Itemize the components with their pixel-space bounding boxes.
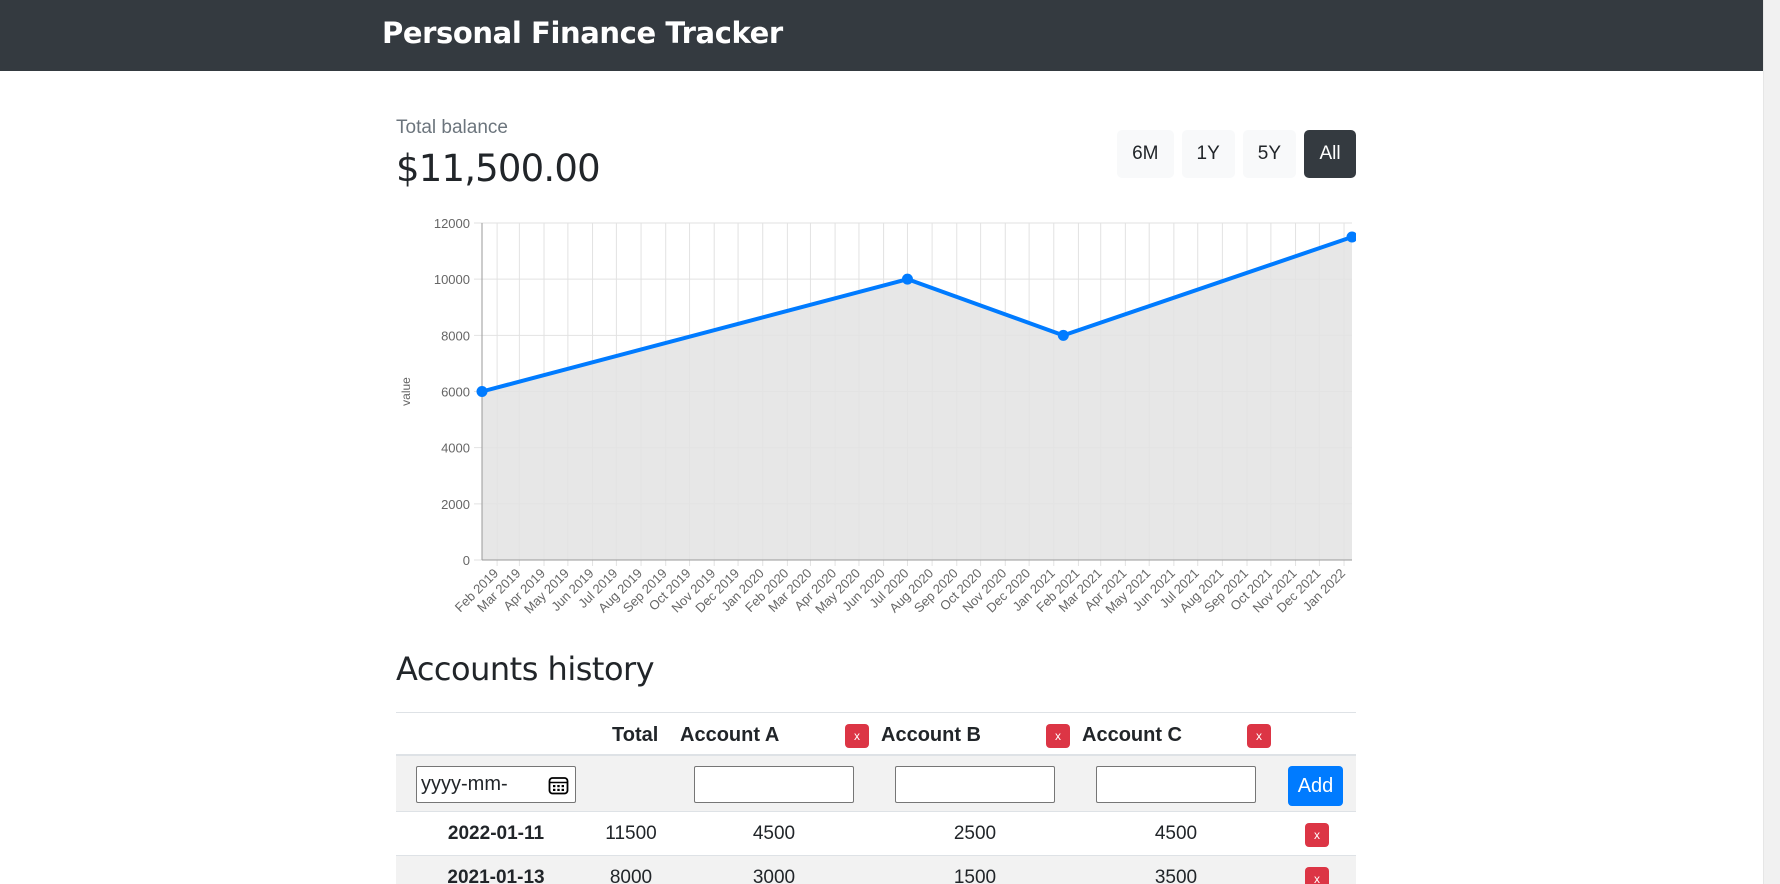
remove-account-c-button[interactable]: x xyxy=(1247,724,1271,748)
balance-label: Total balance xyxy=(396,117,508,138)
range-all-button[interactable]: All xyxy=(1304,130,1356,178)
total-header: Total xyxy=(612,724,659,746)
table-row: 2022-01-11 11500 4500 2500 4500 x xyxy=(396,812,1356,856)
navbar: Personal Finance Tracker xyxy=(0,0,1780,71)
row-date: 2021-01-13 xyxy=(447,867,545,884)
account-a-header: Account A xyxy=(680,724,780,746)
y-tick-label: 10000 xyxy=(434,272,470,287)
remove-account-a-button[interactable]: x xyxy=(845,724,869,748)
range-1y-button[interactable]: 1Y xyxy=(1181,130,1235,178)
row-account-c: 3500 xyxy=(1154,867,1198,884)
page-scrollbar[interactable] xyxy=(1763,0,1780,884)
account-c-input[interactable] xyxy=(1096,766,1256,803)
range-5y-button[interactable]: 5Y xyxy=(1242,130,1296,178)
balance-value: $11,500.00 xyxy=(396,147,601,190)
accounts-history-title: Accounts history xyxy=(396,650,655,688)
new-entry-row: yyyy-mm- Add xyxy=(396,756,1356,812)
y-axis-label: value xyxy=(399,377,413,406)
balance-chart: 020004000600080001000012000Feb 2019Mar 2… xyxy=(399,216,1356,616)
calendar-icon[interactable] xyxy=(548,775,569,795)
account-b-input[interactable] xyxy=(895,766,1055,803)
row-date: 2022-01-11 xyxy=(447,823,545,844)
y-tick-label: 4000 xyxy=(441,441,470,456)
delete-row-button[interactable]: x xyxy=(1305,867,1329,884)
date-placeholder: yyyy-mm- xyxy=(421,773,508,795)
account-c-header: Account C xyxy=(1082,724,1182,746)
y-tick-label: 6000 xyxy=(441,385,470,400)
row-account-b: 2500 xyxy=(953,823,997,844)
row-account-c: 4500 xyxy=(1154,823,1198,844)
y-tick-label: 0 xyxy=(463,553,470,568)
range-6m-button[interactable]: 6M xyxy=(1117,130,1174,178)
delete-row-button[interactable]: x xyxy=(1305,823,1329,847)
y-tick-label: 8000 xyxy=(441,328,470,343)
row-total: 8000 xyxy=(609,867,653,884)
range-selector: 6M 1Y 5Y All xyxy=(1117,130,1356,178)
account-b-header: Account B xyxy=(881,724,981,746)
data-point xyxy=(476,386,488,397)
row-account-b: 1500 xyxy=(953,867,997,884)
row-account-a: 4500 xyxy=(752,823,796,844)
data-point xyxy=(1057,329,1069,341)
row-account-a: 3000 xyxy=(752,867,796,884)
row-total: 11500 xyxy=(605,823,657,844)
data-point xyxy=(901,273,913,285)
table-row: 2021-01-13 8000 3000 1500 3500 x xyxy=(396,856,1356,884)
y-tick-label: 12000 xyxy=(434,216,470,231)
table-header-row: Total Account A x Account B x Account C … xyxy=(396,712,1356,756)
area-fill xyxy=(482,237,1352,560)
app-title[interactable]: Personal Finance Tracker xyxy=(382,16,783,50)
add-button[interactable]: Add xyxy=(1288,766,1343,806)
date-input[interactable]: yyyy-mm- xyxy=(416,766,576,803)
remove-account-b-button[interactable]: x xyxy=(1046,724,1070,748)
y-tick-label: 2000 xyxy=(441,497,470,512)
account-a-input[interactable] xyxy=(694,766,854,803)
